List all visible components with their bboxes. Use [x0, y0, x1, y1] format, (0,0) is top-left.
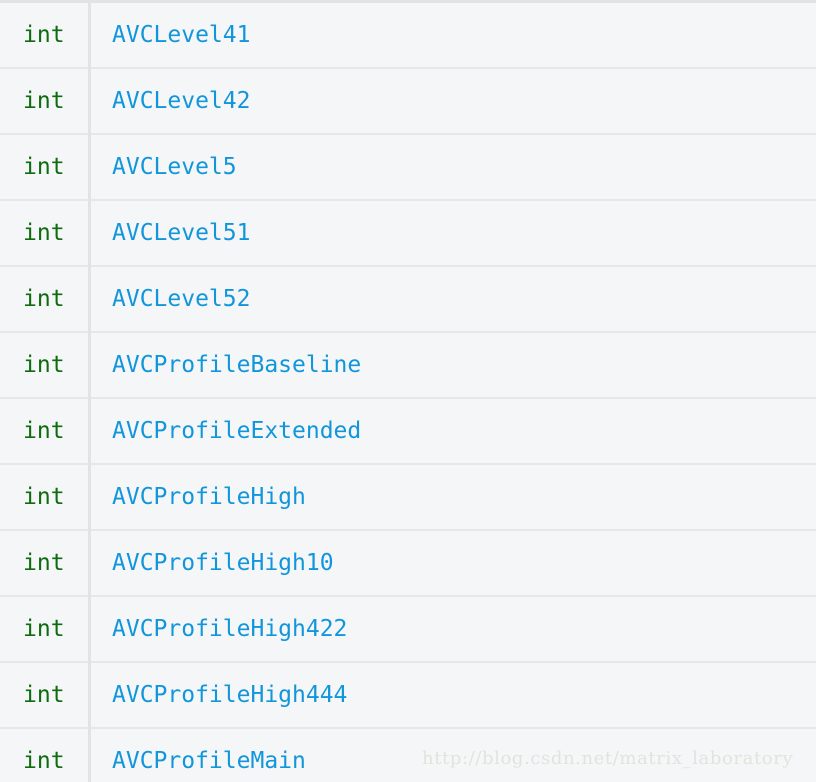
constant-type: int [0, 3, 91, 68]
table-row: int AVCProfileHigh422 [0, 596, 816, 663]
constant-name-link[interactable]: AVCProfileExtended [91, 398, 816, 464]
table-row: int AVCProfileHigh444 [0, 662, 816, 729]
constant-name-link[interactable]: AVCLevel52 [91, 266, 816, 332]
table-row: int AVCProfileExtended [0, 398, 816, 465]
constant-name-link[interactable]: AVCProfileHigh [91, 464, 816, 530]
constant-type: int [0, 530, 91, 596]
constant-name-link[interactable]: AVCLevel42 [91, 68, 816, 134]
constant-type: int [0, 398, 91, 464]
constant-type: int [0, 68, 91, 134]
constant-type: int [0, 662, 91, 728]
constant-type: int [0, 596, 91, 662]
table-row: int AVCLevel5 [0, 134, 816, 201]
table-row: int AVCProfileHigh [0, 464, 816, 531]
constant-type: int [0, 332, 91, 398]
table-row: int AVCProfileHigh10 [0, 530, 816, 597]
table-row: int AVCLevel52 [0, 266, 816, 333]
constant-type: int [0, 200, 91, 266]
table-row: int AVCProfileBaseline [0, 332, 816, 399]
constants-table: int AVCLevel41 int AVCLevel42 int AVCLevel5 in… [0, 0, 816, 782]
table-row: int AVCLevel42 [0, 68, 816, 135]
table-row: int AVCLevel51 [0, 200, 816, 267]
constant-type: int [0, 134, 91, 200]
constant-name-link[interactable]: AVCProfileMain [91, 728, 816, 782]
constant-name-link[interactable]: AVCProfileHigh10 [91, 530, 816, 596]
constant-name-link[interactable]: AVCLevel51 [91, 200, 816, 266]
constant-type: int [0, 728, 91, 782]
constant-name-link[interactable]: AVCProfileHigh422 [91, 596, 816, 662]
constant-type: int [0, 266, 91, 332]
table-row: int AVCLevel41 [0, 3, 816, 69]
constant-name-link[interactable]: AVCLevel5 [91, 134, 816, 200]
constant-name-link[interactable]: AVCProfileHigh444 [91, 662, 816, 728]
constant-name-link[interactable]: AVCLevel41 [91, 3, 816, 68]
constant-name-link[interactable]: AVCProfileBaseline [91, 332, 816, 398]
constant-type: int [0, 464, 91, 530]
table-row: int AVCProfileMain [0, 728, 816, 782]
